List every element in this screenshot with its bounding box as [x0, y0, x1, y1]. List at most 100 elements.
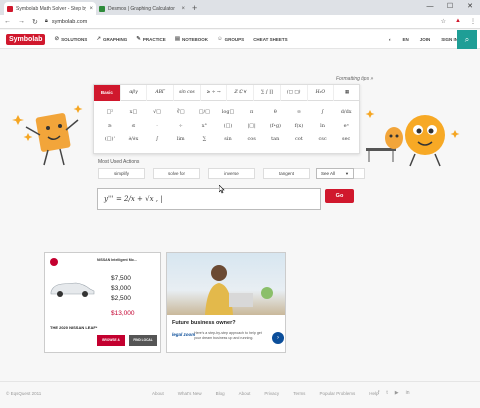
keypad-key[interactable]: lim: [169, 133, 193, 147]
keypad-tab[interactable]: αβγ: [121, 85, 148, 101]
footer-link[interactable]: Terms: [293, 391, 305, 396]
keypad-tab[interactable]: ℤ ℂ ∀: [227, 85, 255, 101]
find-dealers-button[interactable]: FIND LOCAL DEALERS: [129, 335, 157, 352]
facebook-icon[interactable]: f: [378, 390, 379, 396]
forward-button[interactable]: →: [18, 18, 25, 25]
keypad-key[interactable]: cot: [287, 133, 311, 147]
keypad-key[interactable]: f(x): [287, 120, 311, 134]
keypad-key[interactable]: tan: [263, 133, 287, 147]
twitter-icon[interactable]: t: [386, 390, 387, 396]
nav-groups[interactable]: ☺ GROUPS: [217, 36, 244, 42]
close-window-button[interactable]: ✕: [460, 0, 480, 14]
keypad-key[interactable]: ∫: [145, 133, 169, 147]
keypad-key[interactable]: x□: [122, 106, 146, 120]
nissan-ad[interactable]: NISSAN Intelligent Mo... $7,500 $3,000 $…: [44, 252, 161, 353]
action-tangent[interactable]: tangent: [263, 168, 310, 179]
nav-practice[interactable]: ✎ PRACTICE: [136, 36, 166, 42]
footer-link[interactable]: Privacy: [264, 391, 279, 396]
footer-link[interactable]: Popular Problems: [319, 391, 355, 396]
keypad-key[interactable]: sin: [216, 133, 240, 147]
keypad-key[interactable]: ln: [311, 120, 335, 134]
see-all-dropdown[interactable]: See All ▼: [316, 168, 354, 179]
close-tab-icon[interactable]: ×: [89, 6, 93, 12]
tab-desmos[interactable]: Desmos | Graphing Calculator ×: [96, 2, 188, 15]
sign-in-link[interactable]: SIGN IN: [441, 37, 458, 42]
math-input[interactable]: y''' = 2/x + √x , |: [97, 188, 321, 210]
maximize-button[interactable]: ☐: [440, 0, 460, 14]
theme-toggle-icon[interactable]: ◐: [389, 37, 392, 42]
keypad-key[interactable]: ≤: [122, 120, 146, 134]
action-solve-for[interactable]: solve for: [153, 168, 200, 179]
close-tab-icon[interactable]: ×: [181, 6, 185, 12]
keypad-key[interactable]: ∞: [287, 106, 311, 120]
keypad-tab[interactable]: ∑ ∫ ∏: [254, 85, 281, 101]
back-button[interactable]: ←: [4, 18, 11, 25]
new-tab-button[interactable]: +: [192, 2, 197, 15]
reload-button[interactable]: ↻: [32, 18, 38, 26]
mascot-left-illustration: [12, 105, 83, 166]
keypad-key[interactable]: log□: [216, 106, 240, 120]
nav-graphing[interactable]: ↗ GRAPHING: [96, 36, 127, 42]
see-all-label: See All: [321, 171, 336, 176]
price-total: $13,000: [111, 310, 135, 317]
nav-solutions[interactable]: ⊘ SOLUTIONS: [54, 36, 87, 42]
formatting-tips-link[interactable]: Formatting tips »: [336, 76, 373, 82]
symbolab-logo[interactable]: Symbolab: [6, 33, 46, 45]
keypad-key[interactable]: (f∘g): [263, 120, 287, 134]
footer-link[interactable]: About: [239, 391, 251, 396]
keypad-tab[interactable]: ABΓ: [147, 85, 175, 101]
notebook-icon: ▤: [174, 36, 181, 42]
address-bar[interactable]: 🔒︎ symbolab.com: [45, 18, 434, 25]
keypad-key[interactable]: ≥: [98, 120, 122, 134]
business-ad[interactable]: Future business owner? legal zoom Here's…: [166, 252, 286, 353]
action-simplify[interactable]: simplify: [98, 168, 145, 179]
keypad-tab[interactable]: (□ □): [281, 85, 308, 101]
keypad-key[interactable]: eⁿ: [334, 120, 358, 134]
action-inverse[interactable]: inverse: [208, 168, 255, 179]
keypad-tab[interactable]: ▦: [334, 85, 361, 101]
keypad-key[interactable]: θ: [263, 106, 287, 120]
extension-icon[interactable]: ▲: [455, 18, 461, 25]
camera-search-button[interactable]: ⌕: [457, 30, 477, 49]
go-button[interactable]: Go: [325, 189, 354, 203]
keypad-key[interactable]: ∂/∂x: [122, 133, 146, 147]
keypad-key[interactable]: (□)': [98, 133, 122, 147]
keypad-key[interactable]: csc: [311, 133, 335, 147]
arrow-right-icon[interactable]: ›: [272, 332, 284, 344]
symbolab-favicon-icon: [7, 5, 13, 12]
linkedin-icon[interactable]: in: [406, 390, 410, 396]
keypad-key[interactable]: ÷: [169, 120, 193, 134]
tab-symbolab[interactable]: Symbolab Math Solver - Step by S ×: [4, 2, 96, 15]
keypad-key[interactable]: (□): [216, 120, 240, 134]
keypad-key[interactable]: d/dx: [334, 106, 358, 120]
keypad-key[interactable]: ·: [145, 120, 169, 134]
language-selector[interactable]: EN: [402, 37, 408, 42]
keypad-key[interactable]: π: [240, 106, 264, 120]
keypad-tab[interactable]: Basic: [94, 85, 121, 101]
menu-icon[interactable]: ⋮: [470, 18, 476, 25]
keypad-tab[interactable]: H₂O: [308, 85, 335, 101]
keypad-key[interactable]: ∑: [193, 133, 217, 147]
keypad-key[interactable]: ∫: [311, 106, 335, 120]
footer-link[interactable]: What's New: [178, 391, 202, 396]
youtube-icon[interactable]: ▶: [395, 390, 399, 396]
keypad-key[interactable]: √□: [145, 106, 169, 120]
footer-link[interactable]: Blog: [216, 391, 225, 396]
keypad-key[interactable]: sec: [334, 133, 358, 147]
join-link[interactable]: JOIN: [420, 37, 431, 42]
keypad-tab[interactable]: sin cos: [174, 85, 201, 101]
keypad-tab[interactable]: ≥ ÷ →: [201, 85, 228, 101]
keypad-key[interactable]: □²: [98, 106, 122, 120]
nav-cheat-sheets[interactable]: CHEAT SHEETS: [253, 36, 287, 42]
keypad-key[interactable]: □/□: [193, 106, 217, 120]
browse-quote-button[interactable]: BROWSE & QUOTE: [97, 335, 125, 352]
minimize-button[interactable]: —: [420, 0, 440, 14]
nav-notebook[interactable]: ▤ NOTEBOOK: [175, 36, 208, 42]
keypad-key[interactable]: |□|: [240, 120, 264, 134]
keypad-key[interactable]: x°: [193, 120, 217, 134]
keypad-key[interactable]: ∛□: [169, 106, 193, 120]
nav-label: CHEAT SHEETS: [253, 36, 288, 42]
footer-link[interactable]: About: [152, 391, 164, 396]
keypad-key[interactable]: cos: [240, 133, 264, 147]
star-icon[interactable]: ☆: [441, 18, 446, 25]
